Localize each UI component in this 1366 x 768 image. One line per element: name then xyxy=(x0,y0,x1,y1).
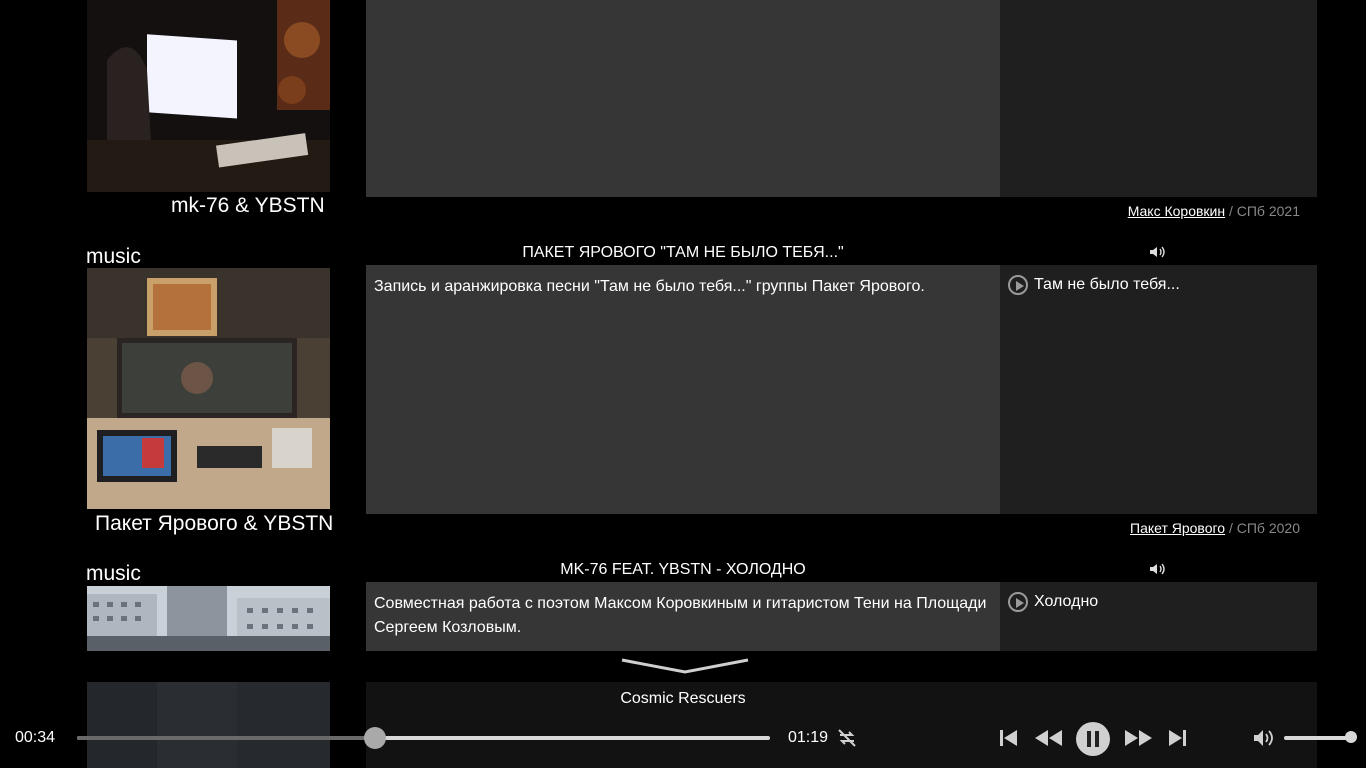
winter-buildings-photo xyxy=(87,682,330,768)
item-tracklist: Холодно xyxy=(1000,582,1317,651)
description-text: Запись и аранжировка песни "Там не было … xyxy=(374,278,925,295)
item-description xyxy=(366,0,1000,197)
item-tracklist xyxy=(1000,0,1317,197)
volume-icon[interactable] xyxy=(1252,727,1276,749)
item-credit: Макс Коровкин / СПб 2021 xyxy=(1128,203,1300,219)
item-thumbnail[interactable] xyxy=(87,0,330,192)
author-link[interactable]: Пакет Ярового xyxy=(1130,520,1225,536)
item-thumbnail[interactable] xyxy=(87,268,330,509)
collapse-chevron-icon[interactable] xyxy=(620,656,750,676)
rewind-icon[interactable] xyxy=(1034,728,1064,748)
volume-handle[interactable] xyxy=(1345,731,1357,743)
item-thumbnail-dimmed xyxy=(87,682,330,768)
skip-previous-icon[interactable] xyxy=(998,728,1020,748)
credit-place-year: / СПб 2020 xyxy=(1225,520,1300,536)
studio-photo xyxy=(87,0,330,192)
author-link[interactable]: Макс Коровкин xyxy=(1128,203,1225,219)
item-caption: Пакет Ярового & YBSTN xyxy=(95,512,334,535)
item-title: MK-76 FEAT. YBSTN - ХОЛОДНО xyxy=(560,561,806,578)
speaker-icon[interactable] xyxy=(1149,245,1167,259)
fast-forward-icon[interactable] xyxy=(1123,728,1153,748)
pause-icon[interactable] xyxy=(1075,721,1111,757)
total-time: 01:19 xyxy=(788,729,829,746)
play-icon[interactable] xyxy=(1008,275,1028,295)
now-playing-title: Cosmic Rescuers xyxy=(620,690,746,707)
progress-bar[interactable] xyxy=(77,727,770,749)
item-description: Совместная работа с поэтом Максом Коровк… xyxy=(366,582,1000,651)
item-thumbnail[interactable] xyxy=(87,586,330,651)
track-title: Там не было тебя... xyxy=(1034,276,1180,293)
item-title: ПАКЕТ ЯРОВОГО "ТАМ НЕ БЫЛО ТЕБЯ..." xyxy=(522,244,844,261)
item-description: Запись и аранжировка песни "Там не было … xyxy=(366,265,1000,514)
category-label: music xyxy=(86,245,141,268)
item-caption: mk-76 & YBSTN xyxy=(171,194,325,217)
speaker-icon[interactable] xyxy=(1149,562,1167,576)
track-title: Холодно xyxy=(1034,593,1099,610)
winter-buildings-photo xyxy=(87,586,330,651)
item-credit: Пакет Ярового / СПб 2020 xyxy=(1130,520,1300,536)
progress-fill xyxy=(77,736,375,740)
credit-place-year: / СПб 2021 xyxy=(1225,203,1300,219)
repeat-off-icon[interactable] xyxy=(836,727,858,749)
current-time: 00:34 xyxy=(15,729,56,746)
track-item[interactable]: Холодно xyxy=(1008,592,1309,612)
description-text: Совместная работа с поэтом Максом Коровк… xyxy=(374,595,987,636)
skip-next-icon[interactable] xyxy=(1166,728,1188,748)
progress-handle[interactable] xyxy=(363,727,386,749)
category-label: music xyxy=(86,562,141,585)
studio-photo xyxy=(87,268,330,509)
track-item[interactable]: Там не было тебя... xyxy=(1008,275,1309,295)
volume-slider[interactable] xyxy=(1284,731,1357,743)
play-icon[interactable] xyxy=(1008,592,1028,612)
item-tracklist: Там не было тебя... xyxy=(1000,265,1317,514)
